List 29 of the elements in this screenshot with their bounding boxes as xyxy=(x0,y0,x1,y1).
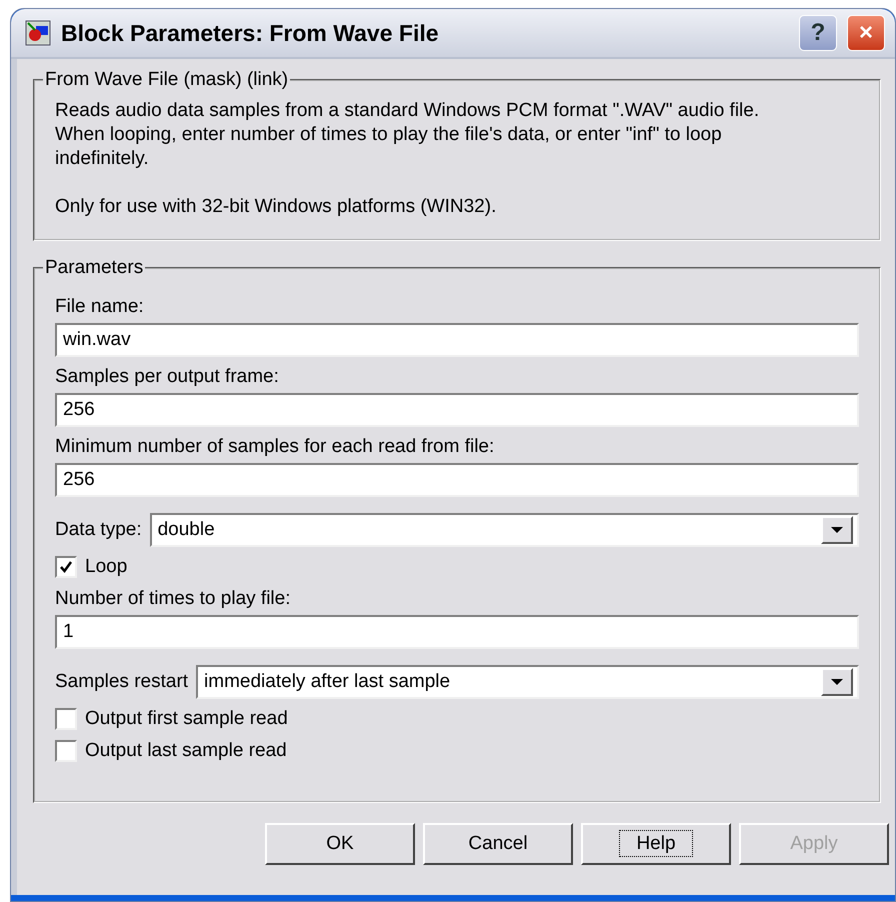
field-label: Samples per output frame: xyxy=(55,365,280,389)
checkbox-label: Output first sample read xyxy=(85,707,288,731)
field-label: Samples restart xyxy=(55,670,188,694)
dialog-button[interactable]: OK xyxy=(265,823,415,865)
input-field[interactable]: win.wav xyxy=(55,323,859,357)
window-title: Block Parameters: From Wave File xyxy=(61,18,440,48)
checkbox-label: Output last sample read xyxy=(85,739,287,763)
help-button[interactable]: ? xyxy=(799,15,837,51)
group-label: From Wave File (mask) (link) xyxy=(43,68,290,92)
field-label: Number of times to play file: xyxy=(55,587,292,611)
input-field[interactable]: 256 xyxy=(55,463,859,497)
checkmark-icon xyxy=(59,560,73,574)
input-field[interactable]: 1 xyxy=(55,615,859,649)
dialog-button[interactable]: Cancel xyxy=(423,823,573,865)
dialog-button[interactable]: Help xyxy=(581,823,731,865)
close-button[interactable]: × xyxy=(847,15,885,51)
field-label: Data type: xyxy=(55,518,142,542)
field-label: Minimum number of samples for each read from file: xyxy=(55,435,496,459)
block-diagram-icon xyxy=(25,20,51,46)
input-field[interactable]: 256 xyxy=(55,393,859,427)
dropdown[interactable]: double xyxy=(150,513,859,547)
checkbox[interactable] xyxy=(55,740,77,762)
checkbox[interactable] xyxy=(55,556,77,578)
field-label: File name: xyxy=(55,295,145,319)
description-text: Reads audio data samples from a standard Windows PCM format ".WAV" audio file. When looping, enter number of times to play the file's data, or enter "inf" to loop indefinitely. xyxy=(55,99,760,171)
description-text: Only for use with 32-bit Windows platforms (WIN32). xyxy=(55,195,498,219)
checkbox-label: Loop xyxy=(85,555,128,579)
checkbox[interactable] xyxy=(55,708,77,730)
dropdown[interactable]: immediately after last sample xyxy=(196,665,859,699)
